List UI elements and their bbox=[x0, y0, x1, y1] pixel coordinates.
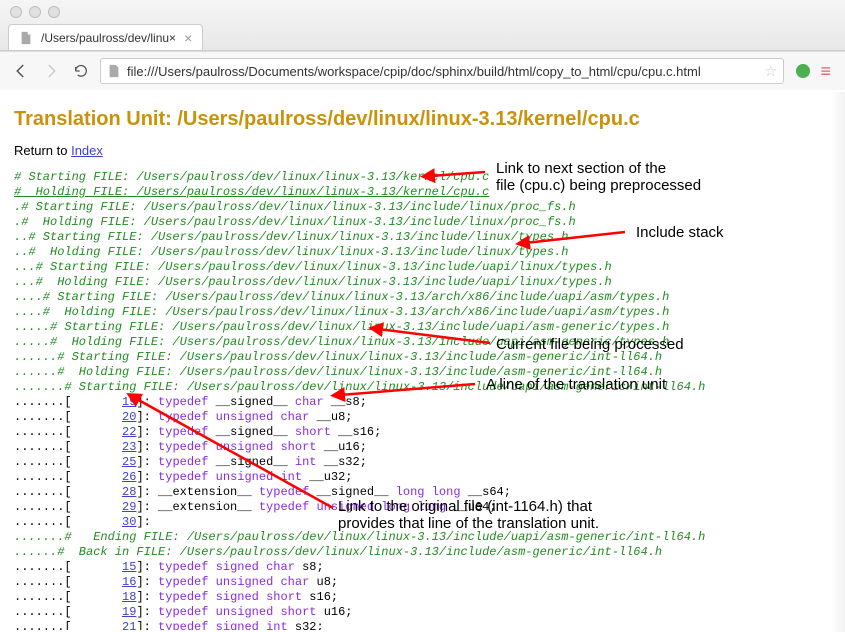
tab-title: /Users/paulross/dev/linu× bbox=[41, 31, 176, 45]
toolbar-right: ≡ bbox=[792, 62, 835, 80]
reload-button[interactable] bbox=[70, 60, 92, 82]
line-number-link[interactable]: 16 bbox=[122, 575, 136, 589]
line-number-link[interactable]: 19 bbox=[122, 395, 136, 409]
browser-tab[interactable]: /Users/paulross/dev/linu× × bbox=[8, 24, 203, 50]
file-icon bbox=[107, 64, 121, 78]
close-tab-icon[interactable]: × bbox=[184, 30, 192, 46]
scrollbar[interactable] bbox=[831, 92, 845, 632]
page-content: Translation Unit: /Users/paulross/dev/li… bbox=[0, 90, 845, 630]
bookmark-star-icon[interactable]: ☆ bbox=[764, 62, 777, 80]
file-icon bbox=[19, 31, 33, 45]
line-number-link[interactable]: 19 bbox=[122, 605, 136, 619]
line-number-link[interactable]: 20 bbox=[122, 410, 136, 424]
tab-bar: /Users/paulross/dev/linu× × bbox=[0, 22, 845, 50]
close-window-icon[interactable] bbox=[10, 6, 22, 18]
line-number-link[interactable]: 22 bbox=[122, 425, 136, 439]
code-block: # Starting FILE: /Users/paulross/dev/lin… bbox=[14, 170, 831, 630]
window-controls bbox=[0, 0, 845, 22]
page-title: Translation Unit: /Users/paulross/dev/li… bbox=[14, 108, 831, 131]
line-number-link[interactable]: 30 bbox=[122, 515, 136, 529]
back-button[interactable] bbox=[10, 60, 32, 82]
line-number-link[interactable]: 18 bbox=[122, 590, 136, 604]
line-number-link[interactable]: 25 bbox=[122, 455, 136, 469]
line-number-link[interactable]: 15 bbox=[122, 560, 136, 574]
browser-chrome: /Users/paulross/dev/linu× × bbox=[0, 0, 845, 51]
line-number-link[interactable]: 28 bbox=[122, 485, 136, 499]
line-number-link[interactable]: 21 bbox=[122, 620, 136, 630]
maximize-window-icon[interactable] bbox=[48, 6, 60, 18]
line-number-link[interactable]: 29 bbox=[122, 500, 136, 514]
hamburger-menu-icon[interactable]: ≡ bbox=[820, 62, 831, 80]
line-number-link[interactable]: 26 bbox=[122, 470, 136, 484]
minimize-window-icon[interactable] bbox=[29, 6, 41, 18]
return-line: Return to Index bbox=[14, 143, 831, 158]
forward-button[interactable] bbox=[40, 60, 62, 82]
browser-toolbar: ☆ ≡ bbox=[0, 51, 845, 90]
url-input[interactable] bbox=[127, 64, 758, 79]
url-bar[interactable]: ☆ bbox=[100, 58, 784, 84]
extension-icon[interactable] bbox=[796, 64, 810, 78]
return-text: Return to bbox=[14, 143, 71, 158]
index-link[interactable]: Index bbox=[71, 143, 103, 158]
line-number-link[interactable]: 23 bbox=[122, 440, 136, 454]
